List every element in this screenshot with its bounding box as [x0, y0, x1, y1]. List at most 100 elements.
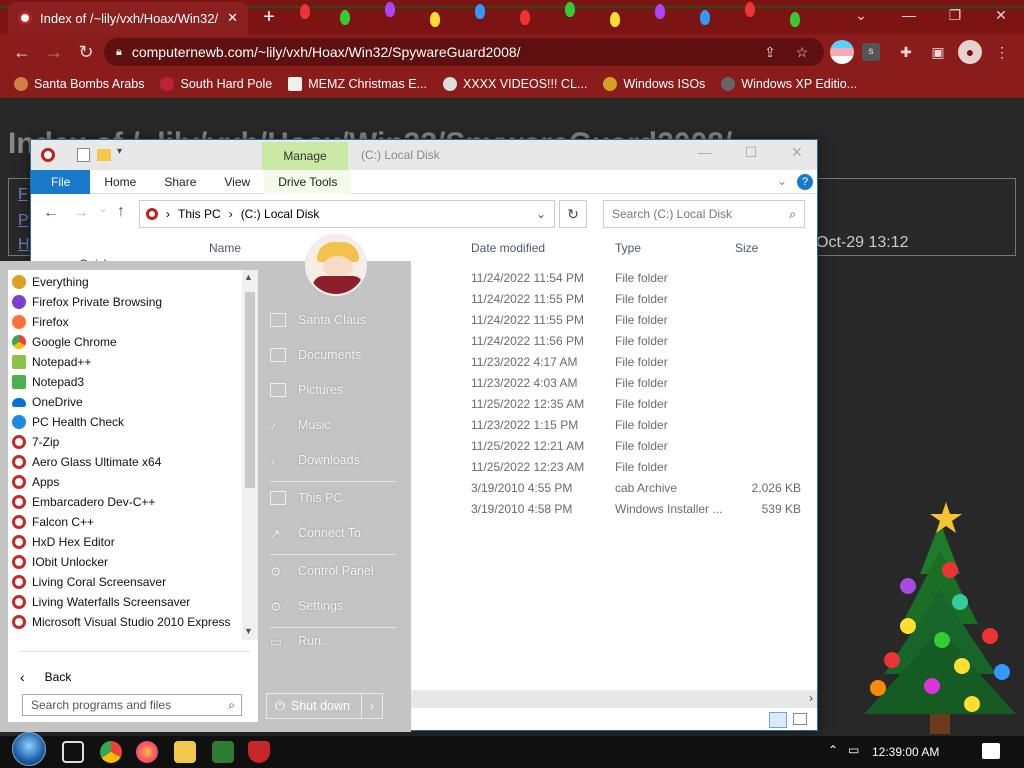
list-item[interactable]: Firefox Private Browsing [12, 292, 162, 312]
address-bar[interactable]: 🔒︎ computernewb.com/~lily/vxh/Hoax/Win32… [104, 38, 824, 66]
reload-icon[interactable]: ↻ [74, 40, 98, 64]
start-right-item-connect-to[interactable]: ↗ Connect To [270, 526, 361, 541]
share-icon[interactable]: ⇪ [758, 40, 782, 64]
explorer-close-button[interactable]: ✕ [779, 144, 815, 166]
list-item[interactable]: Aero Glass Ultimate x64 [12, 452, 161, 472]
explorer-search-input[interactable]: Search (C:) Local Disk ⌕ [603, 200, 805, 228]
shield-icon[interactable] [248, 741, 270, 763]
task-view-icon[interactable] [62, 741, 84, 763]
recent-locations-icon[interactable]: ⌄ [99, 204, 107, 215]
shut-down-options-button[interactable]: › [361, 693, 383, 719]
list-item[interactable]: Firefox [12, 312, 69, 332]
list-item[interactable]: HxD Hex Editor [12, 532, 115, 552]
list-item[interactable]: Apps [12, 472, 59, 492]
bookmark-item[interactable]: Santa Bombs Arabs [14, 77, 144, 91]
explorer-back-icon[interactable]: ← [43, 204, 59, 222]
start-right-item-run[interactable]: ▭ Run... [270, 634, 331, 649]
scroll-up-icon[interactable]: ▲ [244, 272, 253, 282]
back-button[interactable]: ‹ Back [8, 662, 258, 692]
explorer-address-bar[interactable]: › This PC › (C:) Local Disk ⌄ [139, 200, 555, 228]
extension-flag-icon[interactable] [830, 40, 854, 64]
list-item[interactable]: Falcon C++ [12, 512, 94, 532]
tab-drive-tools[interactable]: Drive Tools [264, 169, 352, 194]
help-icon[interactable]: ? [797, 174, 813, 190]
explorer-minimize-button[interactable]: — [687, 144, 723, 166]
listing-link[interactable]: P [18, 212, 29, 230]
list-item[interactable]: PC Health Check [12, 412, 124, 432]
start-right-item-pictures[interactable]: Pictures [270, 383, 343, 397]
start-orb-icon[interactable] [12, 732, 46, 766]
list-item[interactable]: 7-Zip [12, 432, 59, 452]
listing-link[interactable]: F [18, 186, 28, 204]
bookmark-item[interactable]: XXXX VIDEOS!!! CL... [442, 77, 587, 91]
side-panel-icon[interactable]: ▣ [926, 40, 950, 64]
scrollbar-thumb[interactable] [245, 292, 255, 488]
list-item[interactable]: Embarcadero Dev-C++ [12, 492, 155, 512]
up-arrow-icon[interactable]: ↑ [117, 203, 125, 221]
extensions-puzzle-icon[interactable]: ✚ [894, 40, 918, 64]
forward-arrow-icon[interactable]: → [42, 40, 66, 64]
column-date-modified[interactable]: Date modified [471, 237, 545, 259]
start-right-item-this-pc[interactable]: This PC [270, 491, 342, 505]
column-size[interactable]: Size [735, 237, 758, 259]
start-right-item-user[interactable]: Santa Claus [270, 313, 366, 327]
new-tab-button[interactable]: + [258, 6, 280, 28]
bookmark-item[interactable]: MEMZ Christmas E... [288, 77, 427, 91]
notepad-taskbar-icon[interactable] [212, 741, 234, 763]
system-clock[interactable]: 12:39:00 AM [872, 745, 939, 759]
notifications-icon[interactable] [982, 743, 1000, 759]
column-type[interactable]: Type [615, 237, 641, 259]
quick-access-dropdown-icon[interactable]: ▾ [117, 146, 122, 157]
list-item[interactable]: Notepad3 [12, 372, 84, 392]
horizontal-scrollbar[interactable]: › [409, 690, 817, 708]
start-right-item-control-panel[interactable]: ⚙ Control Panel [270, 564, 374, 579]
network-icon[interactable]: ▭ [848, 743, 859, 757]
minimize-button[interactable]: — [886, 0, 932, 30]
list-item[interactable]: Microsoft Visual Studio 2010 Express [12, 612, 231, 632]
list-item[interactable]: Everything [12, 272, 89, 292]
ribbon-expand-icon[interactable]: ⌄ [777, 174, 787, 188]
bookmark-item[interactable]: South Hard Pole [160, 77, 272, 91]
bookmark-item[interactable]: Windows ISOs [603, 77, 705, 91]
extension-s-icon[interactable]: s [862, 43, 880, 61]
chrome-taskbar-icon[interactable] [100, 741, 122, 763]
scroll-down-icon[interactable]: ▼ [244, 626, 253, 636]
large-icons-view-icon[interactable] [793, 713, 807, 725]
breadcrumb-local-disk[interactable]: (C:) Local Disk [241, 207, 320, 221]
shut-down-button[interactable]: ⏻ Shut down [266, 693, 362, 719]
list-item[interactable]: IObit Unlocker [12, 552, 108, 572]
list-item[interactable]: Living Coral Screensaver [12, 572, 166, 592]
explorer-forward-icon[interactable]: → [73, 204, 89, 222]
profile-avatar-icon[interactable]: ● [958, 40, 982, 64]
address-dropdown-icon[interactable]: ⌄ [536, 207, 546, 221]
back-arrow-icon[interactable]: ← [10, 40, 34, 64]
explorer-maximize-button[interactable]: ☐ [733, 144, 769, 166]
refresh-icon[interactable]: ↻ [559, 200, 587, 228]
browser-tab[interactable]: Index of /~lily/vxh/Hoax/Win32/ ✕ [8, 2, 248, 34]
details-view-icon[interactable] [769, 712, 787, 728]
bookmark-star-icon[interactable]: ☆ [790, 40, 814, 64]
list-item[interactable]: Google Chrome [12, 332, 117, 352]
start-right-item-documents[interactable]: Documents [270, 348, 361, 362]
properties-icon[interactable] [77, 148, 90, 162]
start-right-item-music[interactable]: ♪ Music [270, 418, 331, 432]
file-explorer-taskbar-icon[interactable] [174, 741, 196, 763]
new-folder-icon[interactable] [97, 149, 111, 161]
breadcrumb-this-pc[interactable]: This PC [178, 207, 221, 221]
show-hidden-icons-icon[interactable]: ⌃ [828, 743, 838, 757]
search-programs-input[interactable]: Search programs and files ⌕ [22, 694, 242, 716]
user-avatar[interactable] [305, 234, 367, 296]
start-right-item-downloads[interactable]: ↓ Downloads [270, 453, 360, 467]
restore-button[interactable]: ❐ [932, 0, 978, 30]
bookmark-item[interactable]: Windows XP Editio... [721, 77, 857, 91]
tab-view[interactable]: View [210, 170, 264, 194]
tab-home[interactable]: Home [90, 170, 150, 194]
listing-link[interactable]: H [18, 236, 30, 254]
tab-file[interactable]: File [31, 169, 91, 194]
close-tab-icon[interactable]: ✕ [227, 10, 238, 26]
start-right-item-settings[interactable]: ⚙ Settings [270, 599, 343, 614]
column-name[interactable]: Name [209, 237, 241, 259]
menu-kebab-icon[interactable]: ⋮ [990, 40, 1014, 64]
list-item[interactable]: Notepad++ [12, 352, 91, 372]
list-item[interactable]: Living Waterfalls Screensaver [12, 592, 190, 612]
